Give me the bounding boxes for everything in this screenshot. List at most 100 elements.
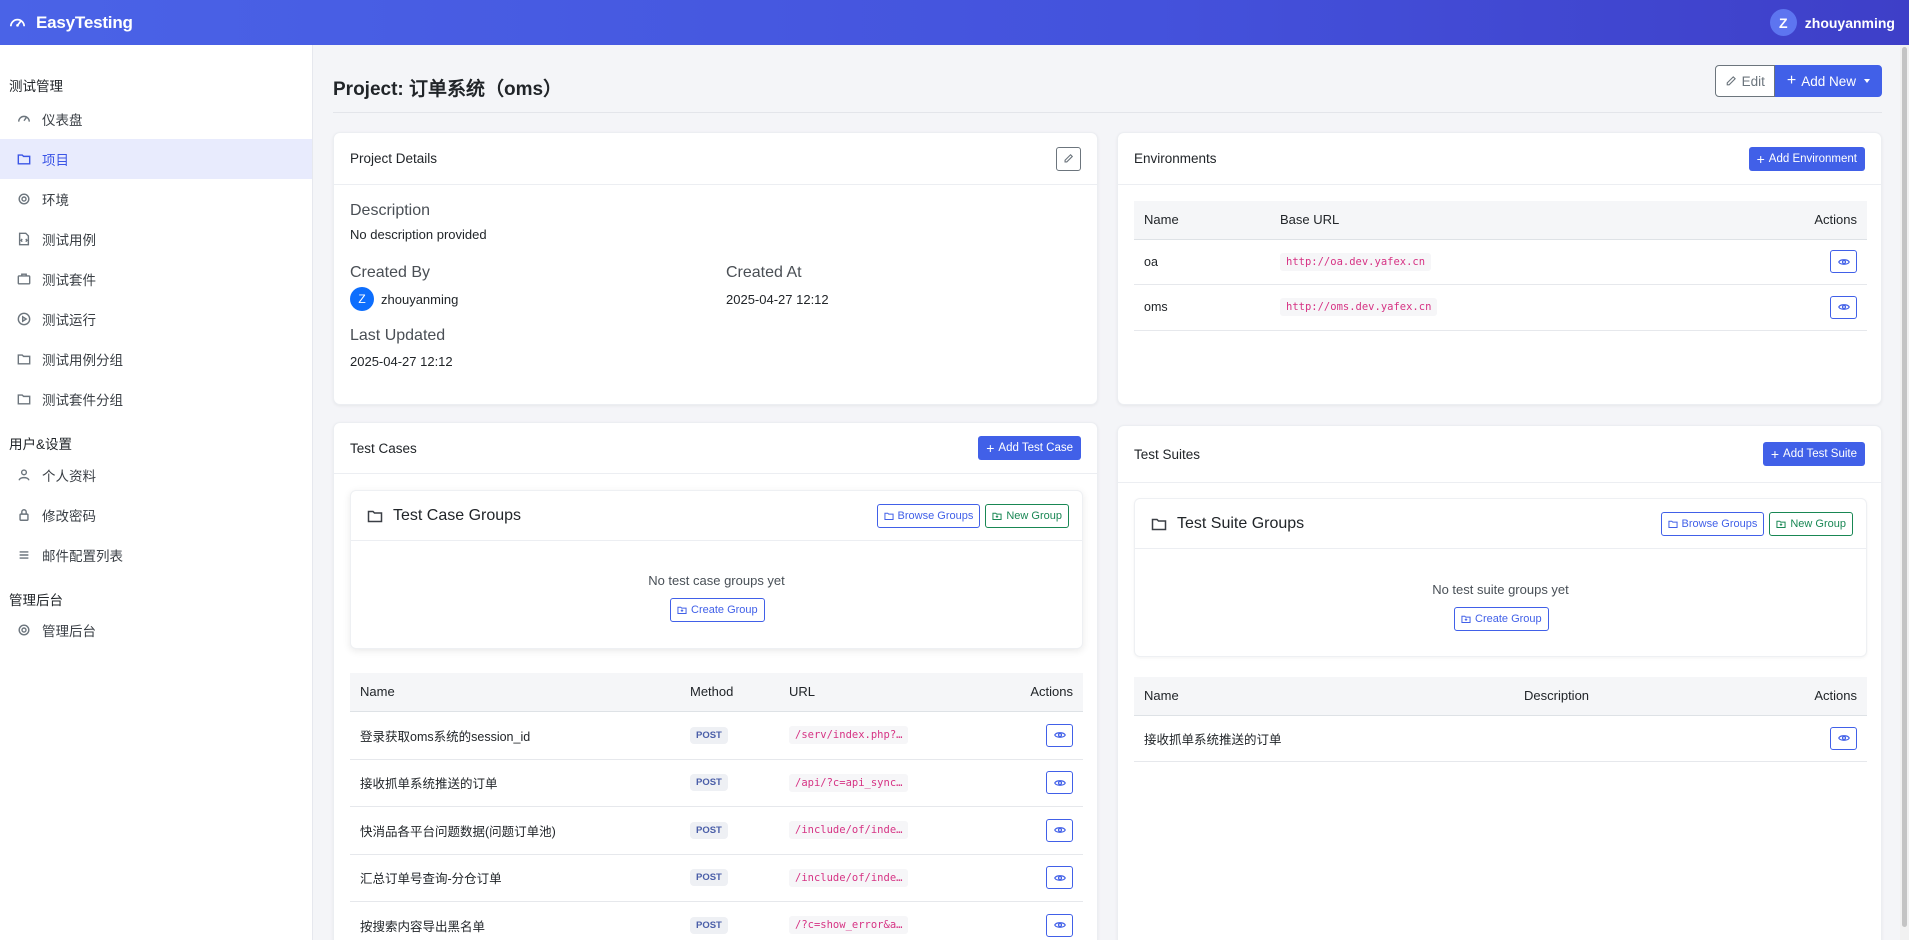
test-suite-name: 接收抓单系统推送的订单 bbox=[1134, 715, 1514, 762]
group-header: Test Case Groups Browse Groups New Group bbox=[351, 491, 1082, 541]
table-row: 快消品各平台问题数据(问题订单池) POST /include/of/inde… bbox=[350, 806, 1083, 855]
group-title: Test Case Groups bbox=[367, 507, 521, 525]
test-suite-groups-panel: Test Suite Groups Browse Groups New Grou… bbox=[1134, 498, 1867, 657]
view-test-case-button[interactable] bbox=[1046, 866, 1073, 889]
column-header: Method bbox=[680, 673, 779, 712]
project-details-card: Project Details Description No descripti… bbox=[333, 132, 1098, 405]
page-header: Project: 订单系统（oms） Edit + Add New bbox=[333, 65, 1882, 113]
eye-icon bbox=[1837, 735, 1850, 741]
add-new-label: Add New bbox=[1801, 73, 1856, 89]
view-test-case-button[interactable] bbox=[1046, 818, 1073, 842]
edit-project-button[interactable]: Edit bbox=[1714, 65, 1775, 97]
sidebar-item-email-config[interactable]: 邮件配置列表 bbox=[0, 535, 312, 575]
new-group-button[interactable]: New Group bbox=[1769, 511, 1853, 536]
brand-link[interactable]: EasyTesting bbox=[8, 13, 133, 33]
top-navbar: EasyTesting Z zhouyanming bbox=[0, 0, 1909, 45]
sidebar-item-test-suite-groups[interactable]: 测试套件分组 bbox=[0, 379, 312, 419]
column-header: Name bbox=[350, 673, 680, 712]
plus-icon: + bbox=[1756, 150, 1765, 167]
table-row: 按搜索内容导出黑名单 POST /?c=show_error&a… bbox=[350, 901, 1083, 940]
edit-details-button[interactable] bbox=[1056, 146, 1081, 171]
create-group-button[interactable]: Create Group bbox=[1454, 607, 1549, 631]
username: zhouyanming bbox=[1804, 14, 1895, 31]
column-header: Name bbox=[1134, 677, 1514, 716]
sidebar: 测试管理 仪表盘 项目 环境 测试用例 测试套件 测试运行 测试用例分组 测试套… bbox=[0, 45, 313, 940]
folder-icon bbox=[17, 154, 31, 165]
test-cases-table: Name Method URL Actions 登录获取oms系统的sessio… bbox=[350, 673, 1083, 940]
brand-name: EasyTesting bbox=[36, 12, 133, 32]
sidebar-item-test-runs[interactable]: 测试运行 bbox=[0, 299, 312, 339]
sidebar-section-title: 用户&设置 bbox=[9, 437, 73, 452]
page-scrollbar[interactable] bbox=[1900, 45, 1909, 940]
add-test-suite-button[interactable]: + Add Test Suite bbox=[1762, 442, 1865, 466]
caret-down-icon bbox=[1864, 79, 1870, 83]
card-title: Project Details bbox=[350, 151, 438, 166]
eye-icon bbox=[1053, 732, 1066, 738]
new-group-button[interactable]: New Group bbox=[985, 503, 1069, 528]
card-header: Environments + Add Environment bbox=[1118, 133, 1881, 185]
user-menu[interactable]: Z zhouyanming bbox=[1769, 9, 1895, 36]
sidebar-item-environments[interactable]: 环境 bbox=[0, 179, 312, 219]
env-base-url: http://oa.dev.yafex.cn bbox=[1280, 252, 1432, 271]
view-test-case-button[interactable] bbox=[1046, 913, 1073, 937]
folder-open-icon bbox=[883, 512, 894, 520]
avatar: Z bbox=[350, 287, 374, 311]
sidebar-item-change-password[interactable]: 修改密码 bbox=[0, 495, 312, 535]
create-group-button[interactable]: Create Group bbox=[670, 598, 765, 622]
sidebar-item-projects[interactable]: 项目 bbox=[0, 139, 312, 179]
browse-groups-button[interactable]: Browse Groups bbox=[876, 503, 981, 528]
eye-icon bbox=[1837, 304, 1850, 310]
file-code-icon bbox=[18, 232, 30, 246]
create-group-label: Create Group bbox=[691, 604, 758, 616]
environments-table: Name Base URL Actions oa http://oa.dev.y… bbox=[1134, 201, 1867, 331]
add-test-case-button[interactable]: + Add Test Case bbox=[978, 436, 1081, 460]
scrollbar-thumb[interactable] bbox=[1902, 47, 1907, 927]
folder-plus-icon bbox=[992, 512, 1002, 520]
card-header: Test Suites + Add Test Suite bbox=[1118, 426, 1881, 483]
add-environment-button[interactable]: + Add Environment bbox=[1748, 146, 1865, 171]
test-case-name: 汇总订单号查询-分仓订单 bbox=[350, 854, 680, 902]
sidebar-section-title: 管理后台 bbox=[9, 593, 63, 608]
add-new-dropdown[interactable]: + Add New bbox=[1774, 65, 1882, 97]
view-test-suite-button[interactable] bbox=[1830, 726, 1857, 750]
test-case-name: 按搜索内容导出黑名单 bbox=[350, 901, 680, 940]
add-test-suite-label: Add Test Suite bbox=[1783, 448, 1857, 460]
folder-icon bbox=[17, 394, 31, 405]
sidebar-item-admin[interactable]: 管理后台 bbox=[0, 611, 312, 649]
gear-icon bbox=[18, 193, 30, 205]
eye-icon bbox=[1837, 258, 1850, 265]
view-test-case-button[interactable] bbox=[1046, 723, 1073, 747]
empty-groups-text: No test case groups yet bbox=[648, 573, 785, 588]
env-name: oms bbox=[1134, 284, 1270, 331]
folder-icon bbox=[1151, 518, 1167, 530]
sidebar-item-test-cases[interactable]: 测试用例 bbox=[0, 219, 312, 259]
group-actions: Browse Groups New Group bbox=[1660, 511, 1853, 536]
sidebar-item-label: 邮件配置列表 bbox=[42, 549, 123, 564]
sidebar-item-label: 个人资料 bbox=[42, 469, 96, 484]
created-at-value: 2025-04-27 12:12 bbox=[726, 292, 829, 307]
list-icon bbox=[19, 551, 29, 559]
sidebar-item-label: 测试用例 bbox=[42, 233, 96, 248]
lock-icon bbox=[19, 509, 29, 521]
plus-icon: + bbox=[1770, 446, 1780, 462]
play-circle-icon bbox=[17, 312, 31, 326]
sidebar-item-dashboard[interactable]: 仪表盘 bbox=[0, 99, 312, 139]
sidebar-item-profile[interactable]: 个人资料 bbox=[0, 455, 312, 495]
sidebar-item-test-case-groups[interactable]: 测试用例分组 bbox=[0, 339, 312, 379]
view-environment-button[interactable] bbox=[1830, 295, 1857, 319]
test-suites-table: Name Description Actions 接收抓单系统推送的订单 bbox=[1134, 677, 1867, 762]
plus-icon: + bbox=[1786, 72, 1797, 89]
view-test-case-button[interactable] bbox=[1046, 771, 1073, 794]
created-by: Z zhouyanming bbox=[350, 287, 458, 311]
add-environment-label: Add Environment bbox=[1768, 152, 1857, 165]
gear-icon bbox=[18, 624, 30, 636]
view-environment-button[interactable] bbox=[1830, 250, 1857, 273]
group-title-text: Test Case Groups bbox=[393, 506, 522, 524]
sidebar-item-test-suites[interactable]: 测试套件 bbox=[0, 259, 312, 299]
page-actions: Edit + Add New bbox=[1714, 65, 1882, 97]
browse-groups-label: Browse Groups bbox=[1681, 517, 1758, 530]
test-cases-card: Test Cases + Add Test Case Test Case Gro… bbox=[333, 422, 1098, 940]
browse-groups-button[interactable]: Browse Groups bbox=[1660, 511, 1765, 536]
table-row: 登录获取oms系统的session_id POST /serv/index.ph… bbox=[350, 711, 1083, 760]
test-cases-table-wrap: Name Method URL Actions 登录获取oms系统的sessio… bbox=[350, 673, 1083, 940]
